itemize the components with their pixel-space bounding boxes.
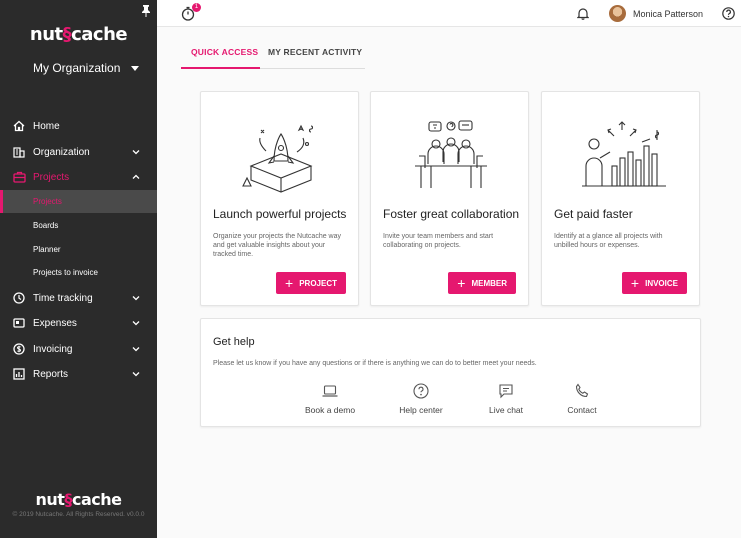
clock-icon [12, 291, 26, 305]
sidebar-item-label: Invoicing [33, 343, 73, 355]
expense-icon [12, 316, 26, 330]
sidebar-item-organization[interactable]: Organization [0, 139, 157, 165]
plus-icon: + [457, 275, 466, 291]
topbar: 1 Monica Patterson [157, 0, 741, 27]
nutcache-logo-footer: nut§cache [35, 490, 122, 509]
sidebar-item-label: Projects [33, 171, 70, 183]
card-collaboration: Foster great collaboration Invite your t… [370, 91, 529, 306]
sidebar-item-reports[interactable]: Reports [0, 361, 157, 387]
phone-icon [575, 383, 589, 398]
card-description: Identify at a glance all projects with u… [554, 233, 663, 249]
home-icon [12, 119, 26, 133]
rocket-launch-illustration [242, 124, 314, 193]
card-launch-projects: Launch powerful projects Organize your p… [200, 91, 359, 306]
chart-icon [12, 367, 26, 381]
sidebar-item-home[interactable]: Home [0, 113, 157, 139]
tab-bar: QUICK ACCESS MY RECENT ACTIVITY [181, 39, 365, 69]
help-option-label: Contact [567, 405, 597, 415]
sidebar-subitem-boards[interactable]: Boards [0, 214, 157, 237]
copyright-text: © 2019 Nutcache. All Rights Reserved. v0… [12, 511, 145, 518]
help-option-label: Book a demo [304, 405, 356, 415]
sidebar-subitem-planner[interactable]: Planner [0, 238, 157, 261]
add-member-button[interactable]: + MEMBER [448, 272, 516, 294]
card-title: Launch powerful projects [213, 207, 347, 221]
pin-icon[interactable] [141, 5, 151, 17]
chevron-down-icon [132, 372, 140, 377]
button-label: INVOICE [645, 278, 678, 288]
plus-icon: + [285, 275, 294, 291]
user-name[interactable]: Monica Patterson [633, 9, 703, 19]
button-label: PROJECT [299, 278, 337, 288]
chevron-down-icon [132, 347, 140, 352]
plus-icon: + [630, 275, 640, 291]
card-get-paid: Get paid faster Identify at a glance all… [541, 91, 700, 306]
active-tab-indicator [181, 67, 260, 69]
growth-chart-illustration [582, 121, 666, 187]
avatar[interactable] [609, 5, 626, 22]
sidebar-item-expenses[interactable]: Expenses [0, 310, 157, 336]
team-meeting-illustration [415, 120, 487, 188]
help-title: Get help [213, 336, 255, 348]
sidebar-item-label: Organization [33, 146, 90, 158]
button-label: MEMBER [471, 278, 507, 288]
chevron-down-icon [132, 150, 140, 155]
add-project-button[interactable]: + PROJECT [276, 272, 346, 294]
sidebar-item-label: Expenses [33, 317, 77, 329]
chevron-up-icon [132, 174, 140, 179]
sidebar-subitem-label: Projects to invoice [33, 268, 98, 277]
contact-link[interactable]: Contact [542, 383, 622, 415]
caret-down-icon[interactable] [131, 66, 139, 71]
sidebar-item-label: Home [33, 120, 60, 132]
briefcase-icon [12, 170, 26, 184]
sidebar-subitem-projects-to-invoice[interactable]: Projects to invoice [0, 261, 157, 284]
sidebar-subitem-label: Boards [33, 221, 59, 230]
book-demo-link[interactable]: Book a demo [290, 383, 370, 415]
card-title: Foster great collaboration [383, 207, 520, 221]
timer-badge: 1 [192, 3, 201, 12]
help-description: Please let us know if you have any quest… [213, 360, 537, 367]
tab-recent-activity[interactable]: MY RECENT ACTIVITY [268, 47, 362, 57]
sidebar-item-label: Reports [33, 368, 69, 380]
chat-icon [499, 384, 513, 399]
nutcache-logo[interactable]: nut§cache [0, 24, 157, 45]
organization-selector[interactable]: My Organization [33, 61, 120, 75]
help-option-label: Help center [399, 405, 443, 415]
help-icon[interactable] [722, 7, 735, 20]
card-description: Organize your projects the Nutcache way … [213, 233, 342, 258]
help-center-link[interactable]: Help center [381, 383, 461, 415]
help-option-label: Live chat [488, 405, 524, 415]
bell-icon[interactable] [577, 7, 589, 20]
chevron-down-icon [132, 296, 140, 301]
sidebar-item-invoicing[interactable]: Invoicing [0, 336, 157, 362]
sidebar: nut§cache My Organization Home Organizat… [0, 0, 157, 538]
live-chat-link[interactable]: Live chat [466, 383, 546, 415]
sidebar-item-label: Time tracking [33, 292, 93, 304]
laptop-icon [322, 385, 338, 397]
question-circle-icon [413, 383, 429, 399]
sidebar-subitem-label: Projects [33, 197, 62, 206]
building-icon [12, 145, 26, 159]
main-content: QUICK ACCESS MY RECENT ACTIVITY Launch p… [157, 27, 741, 538]
dollar-icon [12, 342, 26, 356]
get-help-card: Get help Please let us know if you have … [200, 318, 701, 427]
sidebar-item-projects[interactable]: Projects [0, 164, 157, 190]
tab-quick-access[interactable]: QUICK ACCESS [191, 47, 258, 57]
sidebar-subitem-projects[interactable]: Projects [0, 190, 157, 213]
card-title: Get paid faster [554, 207, 633, 221]
chevron-down-icon [132, 321, 140, 326]
sidebar-item-time-tracking[interactable]: Time tracking [0, 285, 157, 311]
add-invoice-button[interactable]: + INVOICE [621, 272, 687, 294]
card-description: Invite your team members and start colla… [383, 233, 494, 249]
sidebar-subitem-label: Planner [33, 245, 61, 254]
